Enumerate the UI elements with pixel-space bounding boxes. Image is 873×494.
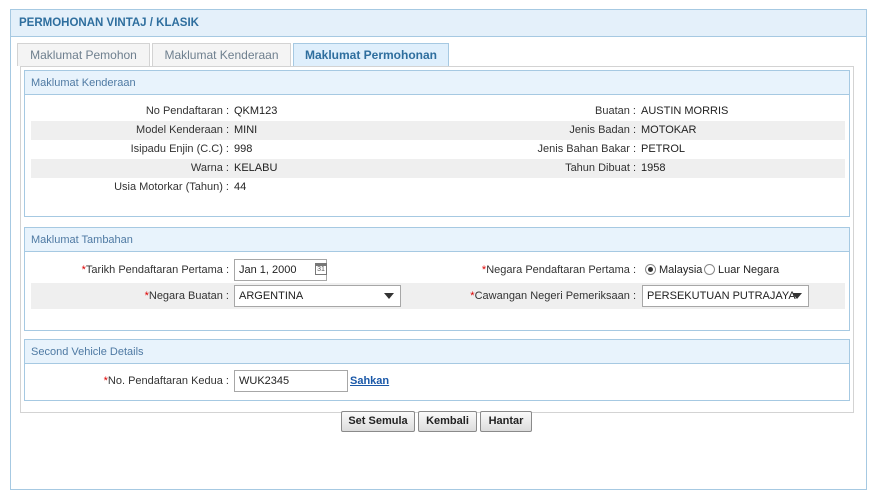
form-row: *Tarikh Pendaftaran Pertama : Jan 1, 200… xyxy=(31,258,845,282)
reg-no-value: QKM123 xyxy=(234,105,278,117)
branch-select[interactable]: PERSEKUTUAN PUTRAJAYA xyxy=(642,285,809,307)
radio-malaysia[interactable] xyxy=(645,264,656,275)
additional-info-heading: Maklumat Tambahan xyxy=(25,228,849,252)
radio-luar-negara-label: Luar Negara xyxy=(718,264,780,276)
year-made-value: 1958 xyxy=(641,162,666,174)
reset-button[interactable]: Set Semula xyxy=(341,411,415,432)
vehicle-info-heading: Maklumat Kenderaan xyxy=(25,71,849,95)
form-row: *Negara Buatan : ARGENTINA *Cawangan Neg… xyxy=(31,283,845,309)
page-title: PERMOHONAN VINTAJ / KLASIK xyxy=(11,10,866,37)
vehicle-row: Usia Motorkar (Tahun) : 44 xyxy=(31,178,845,197)
year-made-label: Tahun Dibuat : xyxy=(565,162,636,174)
fuel-type-label: Jenis Bahan Bakar : xyxy=(537,143,636,155)
verify-link[interactable]: Sahkan xyxy=(350,369,389,393)
tab-maklumat-pemohon[interactable]: Maklumat Pemohon xyxy=(17,43,150,66)
tab-maklumat-permohonan[interactable]: Maklumat Permohonan xyxy=(293,43,449,67)
make-label: Buatan : xyxy=(595,105,636,117)
second-reg-label: *No. Pendaftaran Kedua : xyxy=(103,375,229,387)
tab-maklumat-kenderaan[interactable]: Maklumat Kenderaan xyxy=(152,43,291,66)
vehicle-row: Model Kenderaan : MINI Jenis Badan : MOT… xyxy=(31,121,845,140)
engine-cc-value: 998 xyxy=(234,143,253,155)
reg-date-input[interactable]: Jan 1, 2000 xyxy=(234,259,327,281)
make-value: AUSTIN MORRIS xyxy=(641,105,729,117)
reg-no-label: No Pendaftaran : xyxy=(145,105,229,117)
engine-cc-label: Isipadu Enjin (C.C) : xyxy=(130,143,229,155)
body-type-label: Jenis Badan : xyxy=(569,124,636,136)
submit-button[interactable]: Hantar xyxy=(480,411,532,432)
first-reg-country-label: *Negara Pendaftaran Pertama : xyxy=(481,264,636,276)
model-value: MINI xyxy=(234,124,258,136)
reg-date-label: *Tarikh Pendaftaran Pertama : xyxy=(81,264,229,276)
fuel-type-value: PETROL xyxy=(641,143,686,155)
vehicle-row: Isipadu Enjin (C.C) : 998 Jenis Bahan Ba… xyxy=(31,140,845,159)
form-row: *No. Pendaftaran Kedua : WUK2345 Sahkan xyxy=(31,369,845,393)
chevron-down-icon xyxy=(792,293,802,299)
colour-value: KELABU xyxy=(234,162,278,174)
second-vehicle-heading: Second Vehicle Details xyxy=(25,340,849,364)
car-age-label: Usia Motorkar (Tahun) : xyxy=(114,181,229,193)
chevron-down-icon xyxy=(384,293,394,299)
second-reg-input[interactable]: WUK2345 xyxy=(234,370,348,392)
maker-country-label: *Negara Buatan : xyxy=(144,290,229,302)
second-vehicle-section: Second Vehicle Details *No. Pendaftaran … xyxy=(24,339,850,401)
vehicle-row: No Pendaftaran : QKM123 Buatan : AUSTIN … xyxy=(31,102,845,121)
radio-luar-negara[interactable] xyxy=(704,264,715,275)
model-label: Model Kenderaan : xyxy=(136,124,229,136)
branch-label: *Cawangan Negeri Pemeriksaan : xyxy=(470,290,636,302)
body-type-value: MOTOKAR xyxy=(641,124,697,136)
radio-malaysia-label: Malaysia xyxy=(659,264,703,276)
car-age-value: 44 xyxy=(234,181,247,193)
vehicle-info-section: Maklumat Kenderaan No Pendaftaran : QKM1… xyxy=(24,70,850,217)
vehicle-row: Warna : KELABU Tahun Dibuat : 1958 xyxy=(31,159,845,178)
back-button[interactable]: Kembali xyxy=(418,411,477,432)
additional-info-section: Maklumat Tambahan *Tarikh Pendaftaran Pe… xyxy=(24,227,850,331)
colour-label: Warna : xyxy=(190,162,229,174)
tab-panel: Maklumat Kenderaan No Pendaftaran : QKM1… xyxy=(20,66,854,413)
calendar-icon[interactable]: 31 xyxy=(315,263,327,275)
maker-country-select[interactable]: ARGENTINA xyxy=(234,285,401,307)
